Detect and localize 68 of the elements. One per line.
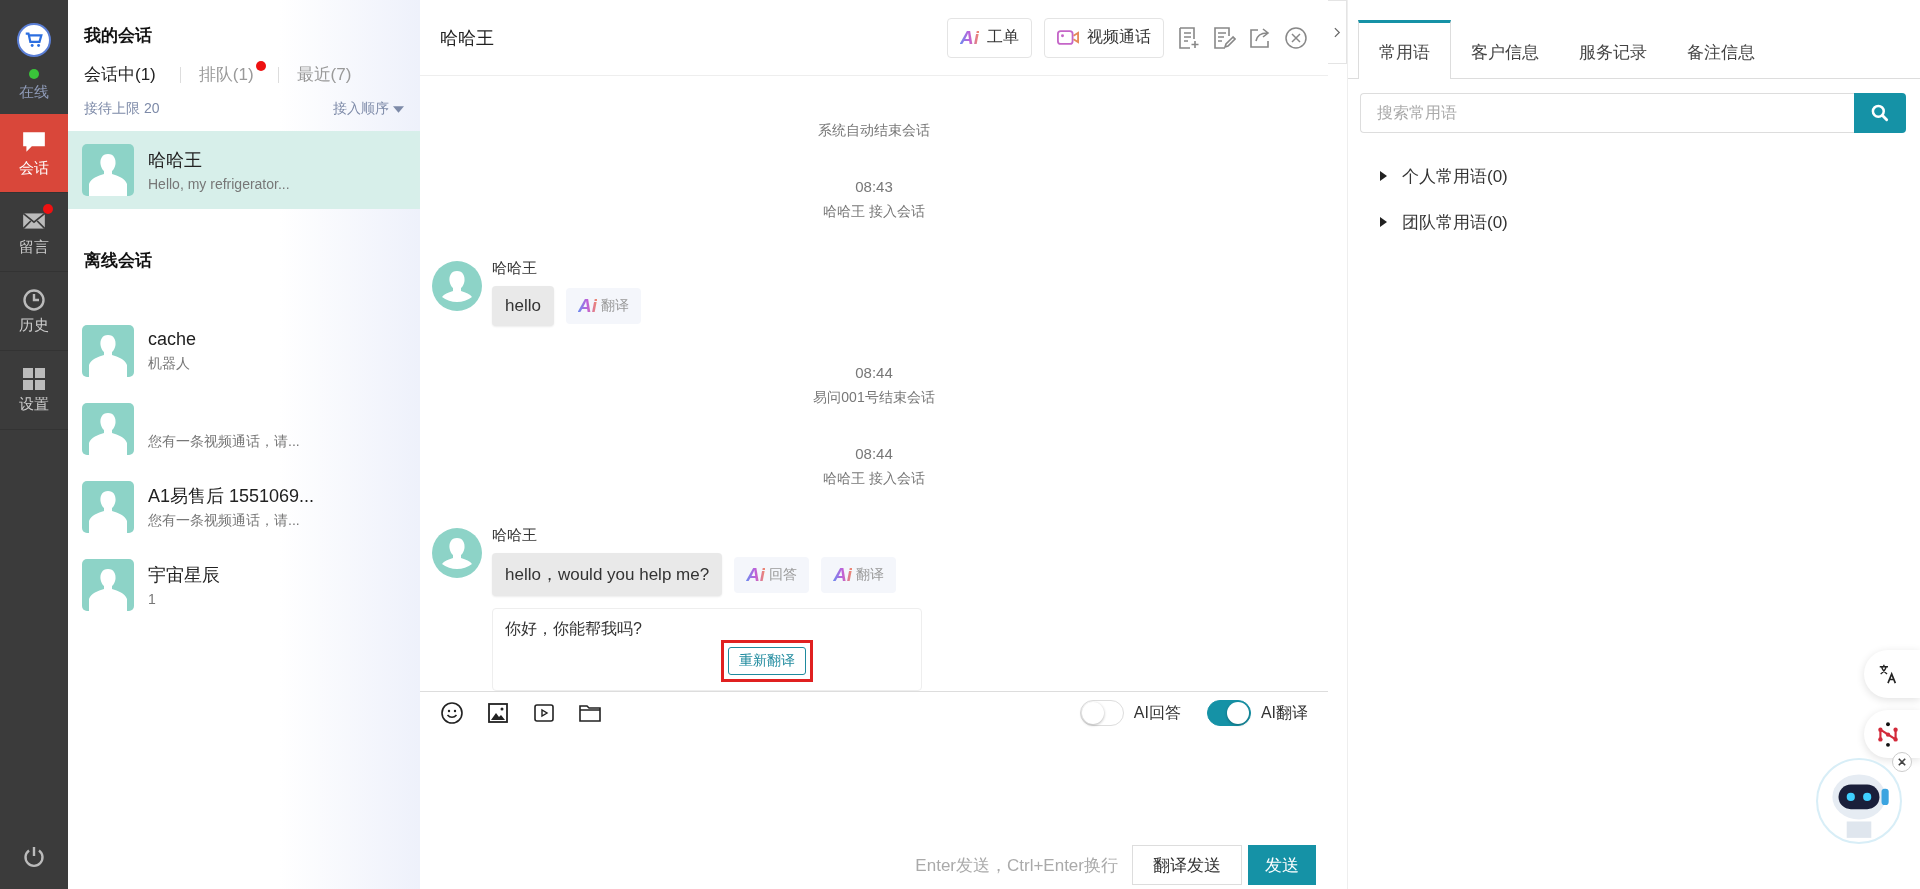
- avatar-icon: [432, 528, 482, 578]
- system-notice: 哈哈王 接入会话: [823, 470, 925, 488]
- panel-tab[interactable]: 常用语: [1358, 20, 1451, 79]
- message-bubble: hello: [492, 286, 554, 326]
- network-button[interactable]: [1864, 710, 1920, 758]
- chat-title: 哈哈王: [440, 26, 494, 50]
- conversation-item[interactable]: 您有一条视频通话，请...: [68, 390, 420, 468]
- sender-name: 哈哈王: [492, 259, 538, 278]
- status-label: 在线: [19, 83, 49, 102]
- share-icon[interactable]: [1248, 25, 1272, 50]
- translate-button[interactable]: [1864, 650, 1920, 698]
- phrase-group[interactable]: 个人常用语(0): [1348, 153, 1920, 199]
- avatar-icon: [82, 481, 134, 533]
- search-icon: [1870, 103, 1890, 123]
- translation-text: 你好，你能帮我吗?: [505, 619, 643, 639]
- reception-limit: 接待上限 20: [84, 100, 160, 118]
- avatar-icon: [82, 403, 134, 455]
- conversation-item[interactable]: cache 机器人: [68, 312, 420, 390]
- network-nodes-icon: [1875, 721, 1901, 747]
- conversation-item[interactable]: 哈哈王 Hello, my refrigerator...: [68, 131, 420, 209]
- conversation-item[interactable]: A1易售后 1551069... 您有一条视频通话，请...: [68, 468, 420, 546]
- avatar-icon: [82, 559, 134, 611]
- system-notice: 易问001号结束会话: [813, 389, 935, 407]
- timestamp: 08:44: [855, 364, 893, 381]
- caret-icon: [393, 105, 404, 113]
- panel-tab[interactable]: 服务记录: [1559, 20, 1667, 78]
- edit-icon[interactable]: [1212, 25, 1236, 50]
- clock-icon: [22, 287, 46, 312]
- phrase-group[interactable]: 团队常用语(0): [1348, 199, 1920, 245]
- send-button[interactable]: 翻译发送: [1132, 845, 1242, 885]
- search-field[interactable]: 搜索常用语: [1360, 93, 1854, 133]
- avatar-icon: [432, 261, 482, 311]
- header-button[interactable]: Ai 工单: [947, 17, 1032, 58]
- avatar-icon: [82, 325, 134, 377]
- toggle-label: AI回答: [1133, 702, 1181, 723]
- panel-tab[interactable]: 备注信息: [1667, 20, 1775, 78]
- conversation-tab[interactable]: 会话中(1): [84, 63, 156, 86]
- close-icon[interactable]: [1892, 752, 1912, 772]
- robot-assistant-drawing[interactable]: [1816, 758, 1902, 844]
- cart-logo-icon: [17, 23, 51, 57]
- section-title: 我的会话: [84, 25, 153, 47]
- shortcut-hint: Enter发送，Ctrl+Enter换行: [915, 854, 1118, 877]
- emoji-icon[interactable]: [440, 701, 464, 725]
- system-notice: 系统自动结束会话: [818, 122, 930, 140]
- message-bubble: hello，would you help me?: [492, 553, 723, 596]
- header-button[interactable]: 视频通话: [1044, 17, 1164, 58]
- grid-icon: [22, 366, 46, 391]
- video-camera-icon: [1057, 29, 1079, 46]
- conversation-item[interactable]: 宇宙星辰 1: [68, 546, 420, 624]
- send-button[interactable]: 发送: [1248, 845, 1316, 885]
- sender-name: 哈哈王: [492, 526, 538, 545]
- image-icon[interactable]: [486, 701, 510, 725]
- power-icon[interactable]: [22, 845, 46, 869]
- system-notice: 哈哈王 接入会话: [823, 203, 925, 221]
- section-title: 离线会话: [83, 250, 153, 272]
- toggle-switch[interactable]: [1206, 700, 1251, 726]
- timestamp: 08:43: [855, 178, 893, 195]
- chevron-icon: [1333, 26, 1341, 38]
- video-file-icon[interactable]: [532, 701, 556, 725]
- search-button[interactable]: [1854, 93, 1906, 133]
- toggle-label: AI翻译: [1260, 702, 1308, 723]
- timestamp: 08:44: [855, 445, 893, 462]
- add-note-icon[interactable]: [1176, 25, 1200, 50]
- nav-item[interactable]: 会话: [0, 114, 68, 193]
- retranslate-button[interactable]: 重新翻译: [728, 647, 806, 675]
- translate-icon: [1877, 663, 1899, 685]
- avatar-icon: [82, 144, 134, 196]
- panel-tab[interactable]: 客户信息: [1451, 20, 1559, 78]
